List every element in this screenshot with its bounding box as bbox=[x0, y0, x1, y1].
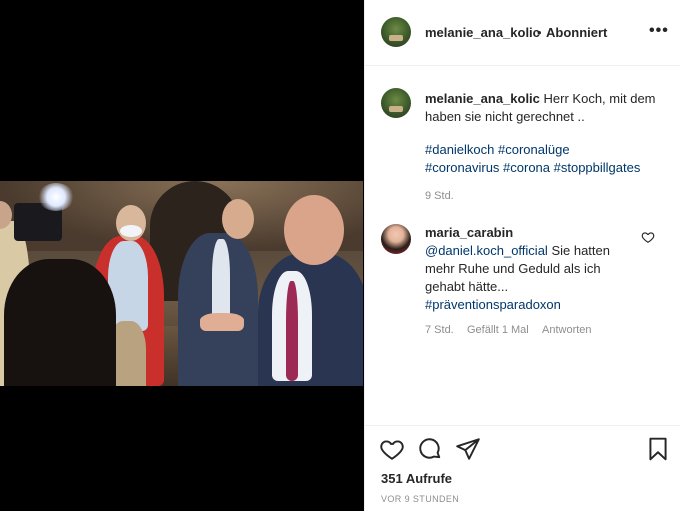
comment-likes[interactable]: Gefällt 1 Mal bbox=[467, 324, 529, 336]
post-side-panel: melanie_ana_kolic • Abonniert ••• melani… bbox=[364, 0, 680, 511]
comment-time: 7 Std. bbox=[425, 324, 454, 336]
photo-person-foreground bbox=[4, 259, 116, 386]
author-avatar[interactable] bbox=[381, 17, 411, 47]
caption-avatar[interactable] bbox=[381, 88, 411, 118]
heart-icon[interactable] bbox=[379, 436, 405, 462]
share-icon[interactable] bbox=[455, 436, 481, 462]
post-header: melanie_ana_kolic • Abonniert ••• bbox=[365, 0, 680, 66]
more-options-icon[interactable]: ••• bbox=[649, 22, 669, 40]
comment-icon[interactable] bbox=[417, 436, 443, 462]
photo-light bbox=[38, 183, 74, 211]
comment-hashtag[interactable]: #präventionsparadoxon bbox=[425, 296, 625, 314]
comment-text: @daniel.koch_official Sie hatten mehr Ru… bbox=[425, 242, 625, 314]
bookmark-icon[interactable] bbox=[645, 436, 671, 462]
caption-username[interactable]: melanie_ana_kolic bbox=[425, 91, 540, 106]
hashtags-line-1[interactable]: #danielkoch #coronalüge bbox=[425, 141, 665, 159]
post-photo[interactable] bbox=[0, 181, 363, 386]
post-timestamp: VOR 9 STUNDEN bbox=[381, 494, 460, 504]
caption-time: 9 Std. bbox=[425, 190, 454, 202]
comment-reply-button[interactable]: Antworten bbox=[542, 324, 592, 336]
commenter-username[interactable]: maria_carabin bbox=[425, 224, 513, 242]
post-media[interactable] bbox=[0, 0, 364, 511]
commenter-avatar[interactable] bbox=[381, 224, 411, 254]
post-actions-footer: 351 Aufrufe VOR 9 STUNDEN bbox=[365, 425, 680, 511]
caption-hashtags: #danielkoch #coronalüge #coronavirus #co… bbox=[425, 141, 665, 177]
author-username[interactable]: melanie_ana_kolic bbox=[425, 25, 540, 40]
comment-like-icon[interactable] bbox=[641, 230, 655, 244]
photo-face-mask bbox=[120, 225, 142, 237]
hashtags-line-2[interactable]: #coronavirus #corona #stoppbillgates bbox=[425, 159, 665, 177]
separator-dot: • bbox=[537, 25, 542, 40]
follow-status-button[interactable]: Abonniert bbox=[546, 25, 607, 40]
comment-mention[interactable]: @daniel.koch_official bbox=[425, 243, 548, 258]
view-count[interactable]: 351 Aufrufe bbox=[381, 471, 452, 486]
caption-text: melanie_ana_kolic Herr Koch, mit dem hab… bbox=[425, 90, 665, 126]
